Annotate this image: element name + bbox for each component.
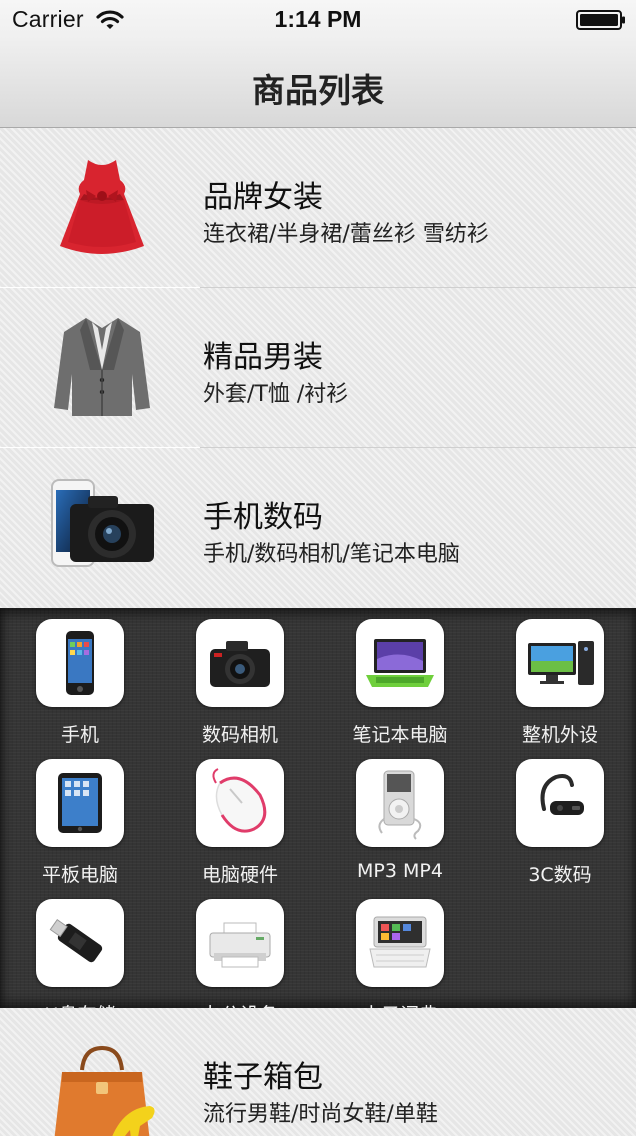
desktop-pc-icon (528, 641, 594, 685)
mp3-player-icon (378, 770, 422, 840)
subcategory-label: 笔记本电脑 (352, 724, 448, 746)
digital-camera-icon (210, 641, 270, 687)
subcategory-label: 平板电脑 (41, 864, 118, 886)
laptop-icon (366, 639, 434, 687)
subcategory-3c-digital[interactable]: 3C数码 (480, 748, 636, 888)
subcategory-label: U盘存储 (0, 1000, 160, 1008)
subcategory-electronic-dictionary[interactable]: 电子词典 (320, 888, 480, 1008)
subcategory-computer-hardware[interactable]: 电脑硬件 (160, 748, 320, 888)
subcategory-label: MP3 MP4 (357, 860, 443, 882)
subcategory-mobile-phone[interactable]: 手机 (0, 608, 160, 748)
category-title: 鞋子箱包 (203, 1060, 323, 1095)
subcategory-label: 整机外设 (521, 724, 598, 746)
mobile-phone-icon (66, 631, 94, 695)
tablet-icon (58, 773, 102, 833)
navigation-bar: 商品列表 (0, 40, 636, 128)
category-row-mens-clothing[interactable]: 精品男装 外套/T恤 /衬衫 (0, 288, 636, 448)
status-bar: Carrier 1:14 PM (0, 0, 636, 40)
category-row-shoes-bags[interactable]: 鞋子箱包 流行男鞋/时尚女鞋/单鞋 (0, 1008, 636, 1136)
category-row-womens-clothing[interactable]: 品牌女装 连衣裙/半身裙/蕾丝衫 雪纺衫 (0, 128, 636, 288)
blazer-icon (54, 318, 150, 416)
red-dress-icon (60, 160, 144, 254)
usb-drive-icon (49, 919, 103, 963)
subcategory-label: 电子词典 (320, 1000, 480, 1008)
battery-icon (576, 10, 625, 30)
subcategory-tablet[interactable]: 平板电脑 (0, 748, 160, 888)
subcategory-laptop[interactable]: 笔记本电脑 (320, 608, 480, 748)
subcategory-mp3-mp4[interactable]: MP3 MP4 (320, 748, 480, 888)
bluetooth-headset-icon (540, 774, 584, 815)
subcategory-label: 数码相机 (201, 724, 278, 746)
page-title: 商品列表 (252, 71, 384, 110)
category-subtitle: 流行男鞋/时尚女鞋/单鞋 (203, 1102, 438, 1127)
category-subtitle: 连衣裙/半身裙/蕾丝衫 雪纺衫 (203, 222, 489, 247)
category-title: 手机数码 (203, 500, 323, 535)
subcategory-label: 手机 (60, 724, 99, 746)
status-time: 1:14 PM (274, 6, 362, 32)
subcategory-digital-camera[interactable]: 数码相机 (160, 608, 320, 748)
phone-camera-icon (51, 479, 154, 567)
electronic-dictionary-icon (369, 916, 431, 968)
subcategory-panel: 手机 数码相机 笔记本电脑 整机外设 平板电脑 电脑硬件 MP3 MP4 3C数… (0, 608, 636, 1008)
printer-icon (209, 922, 271, 968)
subcategory-label: 办公设备 (160, 1000, 320, 1008)
handbag-heel-icon (54, 1045, 155, 1136)
mouse-icon (212, 768, 267, 833)
category-subtitle: 外套/T恤 /衬衫 (203, 382, 349, 407)
category-row-digital[interactable]: 手机数码 手机/数码相机/笔记本电脑 (0, 448, 636, 608)
subcategory-office-equipment[interactable]: 办公设备 (160, 888, 320, 1008)
category-title: 品牌女装 (203, 180, 323, 215)
category-subtitle: 手机/数码相机/笔记本电脑 (203, 542, 460, 567)
subcategory-label: 电脑硬件 (201, 864, 278, 886)
category-title: 精品男装 (203, 340, 323, 375)
subcategory-desktop[interactable]: 整机外设 (480, 608, 636, 748)
subcategory-usb-storage[interactable]: U盘存储 (0, 888, 160, 1008)
subcategory-label: 3C数码 (528, 864, 592, 886)
